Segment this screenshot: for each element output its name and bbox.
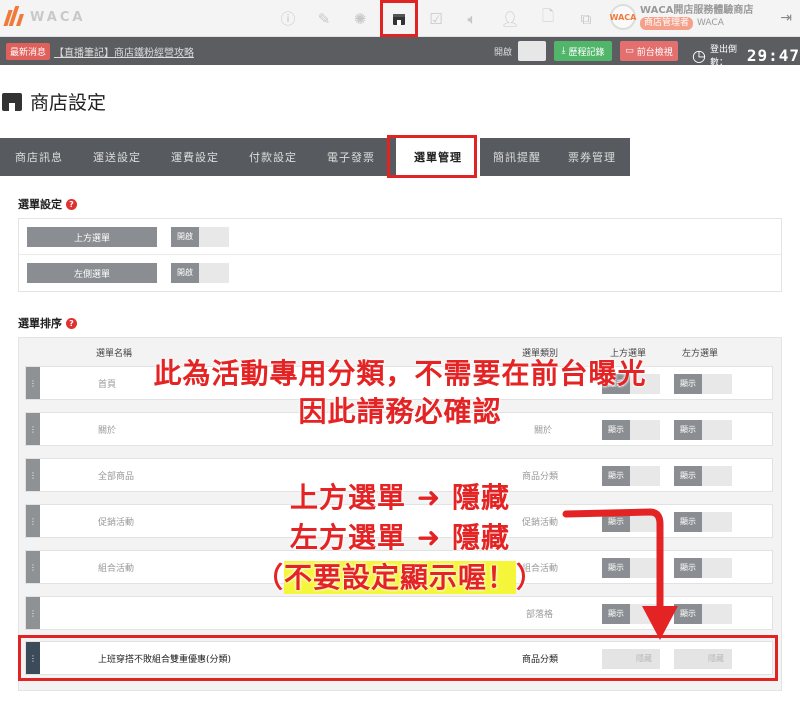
page-title: 商店設定: [2, 88, 106, 115]
annotation-line-3: 上方選單 ➜ 隱藏: [290, 481, 510, 514]
news-link[interactable]: 【直播筆記】商店鐵粉經營攻略: [54, 44, 194, 59]
settings-tabs: 商店訊息 運送設定 運費設定 付款設定 電子發票 選單管理 簡訊提醒 票券管理: [0, 138, 630, 176]
logout-icon[interactable]: ⇥: [780, 10, 792, 26]
menu-settings-title: 選單設定 ?: [18, 196, 77, 212]
menu-settings-panel: 上方選單 開啟 左側選單 開啟: [18, 218, 782, 292]
page-title-text: 商店設定: [30, 92, 107, 114]
drag-handle-icon[interactable]: ⋮: [26, 597, 40, 629]
annotation-line-4: 左方選單 ➜ 隱藏: [290, 521, 510, 554]
history-record-button[interactable]: ⤓ 歷程記錄: [554, 41, 612, 61]
user-icon[interactable]: 👤︎: [494, 0, 526, 37]
menu-setting-row: 左側選單 開啟: [19, 255, 781, 291]
download-icon: ⤓: [561, 46, 566, 56]
info-icon[interactable]: ⓘ: [272, 0, 304, 37]
menu-sort-title-text: 選單排序: [18, 317, 62, 330]
row-category: 部落格: [526, 610, 554, 620]
store-switcher[interactable]: WACA WACA開店服務體驗商店 商店管理者 WACA: [610, 4, 753, 30]
logo-mark-icon: [3, 6, 26, 28]
store-title-icon: [2, 92, 22, 111]
annotation-line-2: 因此請務必確認: [298, 395, 502, 428]
timer-value: 29:47: [746, 45, 800, 65]
page-root: WACA ⓘ ✎ ✺ ☑ 🔈︎ 👤︎ 🗋 ⧉ WACA WACA開店服務體驗商店…: [0, 0, 800, 711]
clock-icon: ◷: [692, 45, 706, 65]
announcement-bar: 最新消息 【直播筆記】商店鐵粉經營攻略 開啟 ⤓ 歷程記錄 ▭ 前台檢視 ◷ 登…: [0, 37, 800, 68]
row-highlight: [18, 635, 778, 681]
megaphone-icon[interactable]: 🔈︎: [456, 0, 488, 37]
tab-invoice[interactable]: 電子發票: [312, 138, 390, 176]
left-menu-toggle[interactable]: 開啟: [171, 263, 229, 283]
annotation-highlight: 不要設定顯示喔！: [283, 561, 516, 594]
copy-icon[interactable]: ⧉: [570, 0, 602, 37]
palette-icon[interactable]: ✺: [344, 0, 376, 37]
waca-logo[interactable]: WACA: [3, 6, 86, 28]
store-avatar: WACA: [610, 4, 636, 30]
role-badge: 商店管理者: [640, 17, 694, 30]
tab-store-info[interactable]: 商店訊息: [0, 138, 78, 176]
edit-icon[interactable]: ✎: [308, 0, 340, 37]
storefront-preview-label: 前台檢視: [636, 47, 673, 58]
store-info: WACA開店服務體驗商店 商店管理者 WACA: [640, 4, 753, 30]
toggle-label: 顯示: [674, 604, 702, 624]
open-toggle[interactable]: [518, 41, 546, 61]
top-menu-toggle[interactable]: 開啟: [171, 227, 229, 247]
menu-settings-title-text: 選單設定: [18, 198, 62, 211]
logout-timer: ◷ 登出倒數： 29:47: [692, 42, 800, 68]
monitor-icon: ▭: [625, 46, 634, 56]
annotation-line-5: （不要設定顯示喔！）: [0, 560, 800, 596]
help-icon[interactable]: ?: [66, 198, 77, 210]
toggle-label: 顯示: [602, 604, 630, 624]
store-name: WACA開店服務體驗商店: [640, 5, 754, 16]
left-menu-button[interactable]: 左側選單: [27, 263, 157, 283]
left-menu-visibility-toggle[interactable]: 顯示: [674, 604, 732, 624]
top-menu-toggle-label: 開啟: [171, 227, 199, 247]
store-sub: 商店管理者 WACA: [640, 17, 753, 30]
tab-highlight: [387, 135, 477, 178]
top-menu-button[interactable]: 上方選單: [27, 227, 157, 247]
store-nav-highlight: [380, 0, 418, 37]
annotation-paren-close: ）: [516, 561, 546, 594]
tab-tickets[interactable]: 票券管理: [554, 138, 630, 176]
storefront-preview-button[interactable]: ▭ 前台檢視: [620, 41, 678, 61]
top-navigation: WACA ⓘ ✎ ✺ ☑ 🔈︎ 👤︎ 🗋 ⧉ WACA WACA開店服務體驗商店…: [0, 0, 800, 37]
checklist-icon[interactable]: ☑: [420, 0, 452, 37]
tab-payment[interactable]: 付款設定: [234, 138, 312, 176]
news-badge: 最新消息: [6, 43, 51, 60]
open-label: 開啟: [494, 48, 513, 58]
tab-shipping[interactable]: 運送設定: [78, 138, 156, 176]
menu-sort-title: 選單排序 ?: [18, 315, 77, 331]
timer-label: 登出倒數：: [709, 45, 737, 68]
menu-setting-row: 上方選單 開啟: [19, 219, 781, 255]
top-menu-visibility-toggle[interactable]: 顯示: [602, 604, 660, 624]
left-menu-toggle-label: 開啟: [171, 263, 199, 283]
table-row: ⋮ 部落格 顯示 顯示: [25, 596, 773, 630]
annotation-line-1: 此為活動專用分類，不需要在前台曝光: [153, 357, 647, 390]
tab-sms[interactable]: 簡訊提醒: [480, 138, 554, 176]
annotation-paren-open: （: [254, 561, 284, 594]
logo-text: WACA: [30, 9, 86, 25]
help-icon[interactable]: ?: [66, 317, 77, 329]
history-record-label: 歷程記錄: [568, 47, 605, 58]
tab-shipping-fee[interactable]: 運費設定: [156, 138, 234, 176]
store-brand: WACA: [697, 18, 724, 28]
document-icon[interactable]: 🗋: [532, 0, 564, 37]
